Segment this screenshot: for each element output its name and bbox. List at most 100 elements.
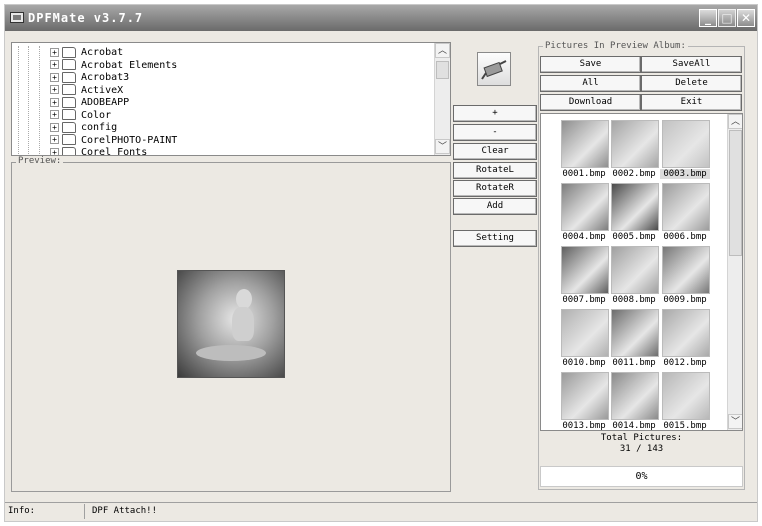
plus-button[interactable]: +	[453, 105, 537, 122]
preview-image	[177, 270, 285, 378]
folder-icon	[62, 121, 76, 133]
thumbnail-caption: 0010.bmp	[562, 358, 606, 368]
all-button[interactable]: All	[540, 75, 641, 92]
tree-scrollbar[interactable]: ︿ ﹀	[434, 43, 450, 155]
thumbnail-image[interactable]	[662, 120, 710, 168]
save-button[interactable]: Save	[540, 56, 641, 73]
thumbnail-image[interactable]	[611, 246, 659, 294]
scroll-thumb[interactable]	[436, 61, 449, 79]
tree-item[interactable]: + Acrobat3	[50, 71, 129, 84]
close-button[interactable]: ✕	[737, 9, 755, 27]
tree-item[interactable]: + Acrobat	[50, 46, 123, 59]
tree-item[interactable]: + CorelPHOTO-PAINT	[50, 134, 177, 147]
thumbnail-image[interactable]	[561, 246, 609, 294]
delete-button[interactable]: Delete	[641, 75, 742, 92]
expand-icon[interactable]: +	[50, 72, 59, 82]
thumbnail-image[interactable]	[561, 372, 609, 420]
thumbnail-image[interactable]	[662, 309, 710, 357]
setting-button[interactable]: Setting	[453, 230, 537, 247]
tree-item-label: Acrobat Elements	[81, 59, 178, 71]
expand-icon[interactable]: +	[50, 122, 59, 132]
expand-icon[interactable]: +	[50, 47, 59, 57]
thumbnail-image[interactable]	[662, 246, 710, 294]
add-button[interactable]: Add	[453, 198, 537, 215]
minimize-icon: _	[705, 11, 711, 25]
exit-button[interactable]: Exit	[641, 94, 742, 111]
tree-guide-line	[39, 46, 40, 155]
tree-item-label: config	[81, 122, 118, 133]
thumbnail-scrollbar[interactable]: ︿ ﹀	[727, 114, 742, 430]
total-value: 31 / 143	[619, 444, 664, 454]
tree-item-label: ActiveX	[81, 84, 124, 96]
download-button[interactable]: Download	[540, 94, 641, 111]
folder-icon	[62, 96, 76, 108]
folder-icon	[62, 46, 76, 58]
album-legend: Pictures In Preview Album:	[543, 41, 688, 51]
preview-figure	[232, 307, 254, 341]
rotate-left-button[interactable]: RotateL	[453, 162, 537, 179]
thumbnail-caption: 0005.bmp	[612, 232, 656, 242]
maximize-button[interactable]: □	[718, 9, 736, 27]
expand-icon[interactable]: +	[50, 147, 59, 155]
import-button[interactable]	[477, 52, 511, 86]
app-window: DPFMate v3.7.7 _ □ ✕ + Acrobat + Acrobat El…	[4, 4, 758, 522]
scroll-up-icon[interactable]: ︿	[435, 43, 450, 58]
folder-tree[interactable]: + Acrobat + Acrobat Elements + Acrobat3 + Activ…	[11, 42, 451, 156]
thumbnail-grid[interactable]: 0001.bmp 0002.bmp 0003.bmp 0004.bmp 0005.bmp…	[540, 113, 743, 431]
status-message: DPF Attach!!	[92, 506, 158, 516]
thumbnail-caption: 0003.bmp	[660, 169, 710, 179]
expand-icon[interactable]: +	[50, 97, 59, 107]
save-all-button[interactable]: SaveAll	[641, 56, 742, 73]
preview-legend: Preview:	[16, 156, 64, 166]
tree-guide-line	[28, 46, 29, 155]
title-bar[interactable]: DPFMate v3.7.7 _ □ ✕	[5, 5, 757, 31]
total-pictures: Total Pictures: 31 / 143	[540, 433, 743, 455]
preview-group: Preview:	[11, 156, 451, 492]
scroll-down-icon[interactable]: ﹀	[728, 414, 742, 429]
tree-item-label: Acrobat3	[81, 72, 130, 83]
folder-icon	[62, 146, 76, 155]
tree-item-label: Corel_Fonts	[81, 147, 148, 156]
expand-icon[interactable]: +	[50, 60, 59, 69]
minus-button[interactable]: -	[453, 124, 537, 141]
tree-item[interactable]: + config	[50, 121, 117, 134]
tree-item[interactable]: + Acrobat Elements	[50, 59, 177, 72]
folder-icon	[62, 71, 76, 83]
expand-icon[interactable]: +	[50, 135, 59, 144]
thumbnail-image[interactable]	[611, 309, 659, 357]
scroll-down-icon[interactable]: ﹀	[435, 139, 450, 154]
thumbnail-caption: 0001.bmp	[562, 169, 606, 179]
thumbnail-image[interactable]	[611, 372, 659, 420]
thumbnail-caption: 0009.bmp	[663, 295, 707, 305]
tree-item[interactable]: + ActiveX	[50, 84, 123, 97]
tree-item[interactable]: + ADOBEAPP	[50, 96, 129, 109]
tree-item-label: Acrobat	[81, 47, 124, 58]
window-title: DPFMate v3.7.7	[28, 11, 144, 25]
clear-button[interactable]: Clear	[453, 143, 537, 160]
tree-item[interactable]: + Color	[50, 109, 111, 122]
thumbnail-caption: 0014.bmp	[612, 421, 656, 431]
folder-icon	[62, 134, 76, 145]
tree-item-label: ADOBEAPP	[81, 97, 130, 108]
thumbnail-image[interactable]	[611, 120, 659, 168]
status-label: Info:	[5, 504, 85, 519]
tree-item[interactable]: + Corel_Fonts	[50, 146, 148, 156]
thumbnail-image[interactable]	[662, 183, 710, 231]
rotate-right-button[interactable]: RotateR	[453, 180, 537, 197]
thumbnail-caption: 0007.bmp	[562, 295, 606, 305]
scroll-thumb[interactable]	[729, 130, 742, 256]
thumbnail-caption: 0008.bmp	[612, 295, 656, 305]
thumbnail-caption: 0002.bmp	[612, 169, 656, 179]
expand-icon[interactable]: +	[50, 110, 59, 119]
scroll-up-icon[interactable]: ︿	[728, 114, 742, 129]
minimize-button[interactable]: _	[699, 9, 717, 27]
thumbnail-caption: 0004.bmp	[562, 232, 606, 242]
thumbnail-image[interactable]	[662, 372, 710, 420]
expand-icon[interactable]: +	[50, 85, 59, 94]
thumbnail-image[interactable]	[561, 183, 609, 231]
thumbnail-image[interactable]	[561, 120, 609, 168]
thumbnail-image[interactable]	[561, 309, 609, 357]
maximize-icon: □	[721, 11, 733, 25]
thumbnail-image[interactable]	[611, 183, 659, 231]
status-bar: Info: DPF Attach!!	[5, 502, 757, 520]
